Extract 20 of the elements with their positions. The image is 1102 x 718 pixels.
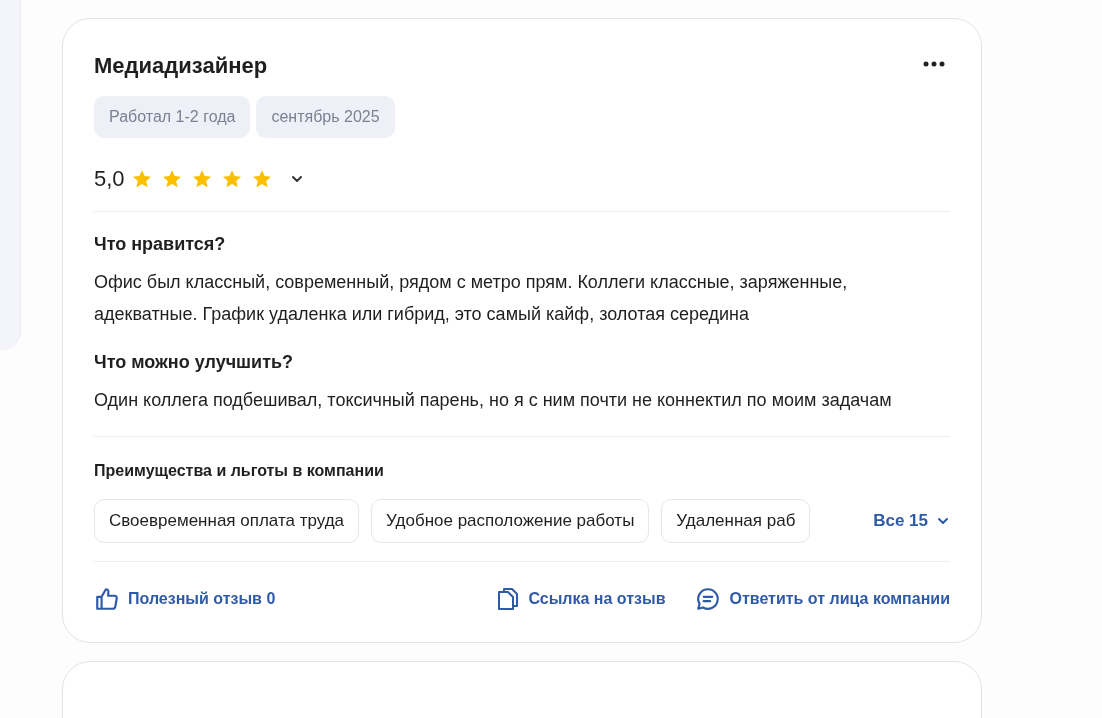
review-title: Медиадизайнер (94, 52, 268, 80)
action-link[interactable]: Ссылка на отзыв (496, 585, 666, 612)
section-heading: Что можно улучшить? (94, 351, 295, 374)
thumbs-up-icon (94, 585, 120, 612)
benefit-chip: Удаленная раб (661, 499, 811, 543)
copy-icon (496, 585, 521, 612)
action-link[interactable]: Полезный отзыв 0 (94, 585, 276, 612)
benefits-heading: Преимущества и льготы в компании (94, 461, 385, 481)
section-text: Офис был классный, современный, рядом с метро прям. Коллеги классные, заряженные, адекватные. График удаленка или гибрид, это самый кайф, золотая середина (94, 271, 849, 326)
benefit-chip: Удобное расположение работы (371, 499, 650, 543)
section-heading: Что нравится? (94, 233, 227, 256)
action-link[interactable]: Ответить от лица компании (695, 585, 950, 612)
show-all-button[interactable]: Все 15 (873, 508, 950, 534)
more-options-icon[interactable] (922, 60, 946, 68)
rating-value: 5,0 (94, 165, 125, 193)
chat-icon (695, 585, 722, 612)
tag: Работал 1-2 года (94, 96, 251, 138)
tag: сентябрь 2025 (256, 96, 395, 138)
benefit-chip: Своевременная оплата труда (94, 499, 360, 543)
section-text: Один коллега подбешивал, токсичный парень, но я с ним почти не коннектил по моим задачам (94, 389, 893, 412)
